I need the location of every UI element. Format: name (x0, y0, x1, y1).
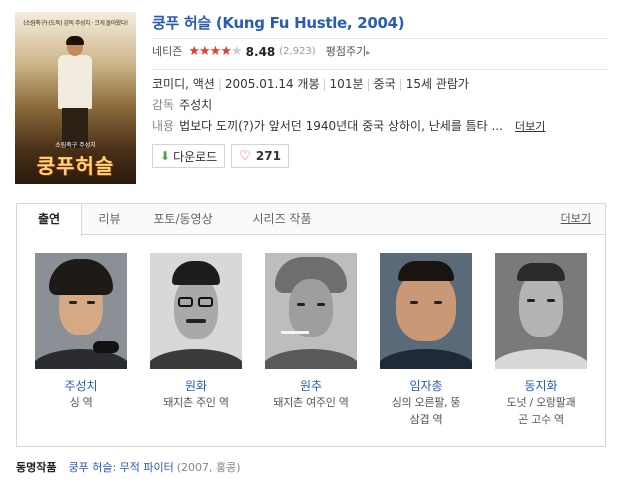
related-label: 동명작품 (16, 461, 57, 474)
related-link[interactable]: 쿵푸 허슬: 무적 파이터 (68, 461, 173, 474)
cast-member[interactable]: 주성치 싱 역 (26, 253, 136, 411)
rating-label: 네티즌 (152, 45, 183, 58)
cast-photo[interactable] (265, 253, 357, 369)
cast-name[interactable]: 원추 (256, 378, 366, 394)
poster-title: 쿵푸허슬 (36, 154, 115, 178)
rating-row: 네티즌 ★★★★★ 8.48 (2,923) 평점주기▸ (152, 39, 607, 65)
director-row: 감독 주성치 (152, 95, 607, 116)
director-label: 감독 (152, 98, 175, 112)
cast-member[interactable]: 원추 돼지촌 여주인 역 (256, 253, 366, 411)
rate-button[interactable]: 평점주기▸ (326, 39, 371, 66)
download-label: 다운로드 (173, 149, 218, 164)
cast-member[interactable]: 동지화 도넛 / 오랑팔괘 곤 고수 역 (486, 253, 596, 428)
cast-role-cont: 곤 고수 역 (518, 413, 564, 426)
cast-name[interactable]: 주성치 (26, 378, 136, 394)
cast-name[interactable]: 임자총 (371, 378, 481, 394)
cast-name[interactable]: 동지화 (486, 378, 596, 394)
genre: 코미디, 액션 (152, 77, 215, 91)
related-meta: (2007, 홍콩) (176, 461, 241, 474)
plot-more-link[interactable]: 더보기 (515, 120, 545, 133)
plot-text: 법보다 도끼(?)가 앞서던 1940년대 중국 상하이, 난세를 틈타 ... (179, 119, 503, 133)
poster-figure (53, 36, 97, 148)
tabs-more-link[interactable]: 더보기 (561, 204, 591, 234)
like-count: 271 (255, 149, 281, 163)
director-name[interactable]: 주성치 (179, 98, 212, 112)
movie-title[interactable]: 쿵푸 허슬 (Kung Fu Hustle, 2004) (152, 12, 607, 34)
cast-member[interactable]: 원화 돼지촌 주인 역 (141, 253, 251, 411)
tab-series[interactable]: 시리즈 작품 (229, 204, 335, 235)
chevron-right-icon: ▸ (366, 47, 371, 57)
plot-row: 내용 법보다 도끼(?)가 앞서던 1940년대 중국 상하이, 난세를 틈타 .… (152, 116, 607, 137)
download-icon: ⬇ (160, 149, 171, 163)
tab-review[interactable]: 리뷰 (82, 204, 137, 235)
related-works: 동명작품 쿵푸 허슬: 무적 파이터 (2007, 홍콩) (16, 459, 241, 475)
meta-summary: 코미디, 액션 | 2005.01.14 개봉 | 101분 | 중국 | 15세 관람가 (152, 77, 469, 91)
cast-role: 돼지촌 여주인 역 (273, 396, 349, 409)
cast-role-cont: 삼겹 역 (409, 413, 443, 426)
plot-label: 내용 (152, 119, 175, 133)
age-rating: 15세 관람가 (405, 77, 469, 91)
runtime: 101분 (329, 77, 364, 91)
cast-role: 도넛 / 오랑팔괘 (506, 396, 576, 409)
cast-role: 싱 역 (69, 396, 93, 409)
cast-name[interactable]: 원화 (141, 378, 251, 394)
rating-count: (2,923) (279, 46, 316, 57)
cast-photo[interactable] (35, 253, 127, 369)
cast-member[interactable]: 임자총 싱의 오른팔, 뚱 삼겹 역 (371, 253, 481, 428)
cast-photo[interactable] (380, 253, 472, 369)
download-button[interactable]: ⬇ 다운로드 (152, 144, 226, 168)
rating-stars: ★★★★★ (188, 39, 243, 65)
poster-credit: 소림축구 주성치 (55, 142, 96, 149)
release-date: 2005.01.14 개봉 (224, 77, 320, 91)
movie-info: 쿵푸 허슬 (Kung Fu Hustle, 2004) 네티즌 ★★★★★ 8… (152, 12, 607, 168)
cast-role: 싱의 오른팔, 뚱 (391, 396, 461, 409)
tab-bar: 출연 리뷰 포토/동영상 시리즈 작품 더보기 (17, 204, 605, 236)
heart-icon: ♡ (239, 148, 251, 164)
stars-filled: ★★★★ (188, 44, 232, 59)
rate-button-label: 평점주기 (325, 44, 367, 58)
poster-tagline: (소림축구)·(도둑) 감독 주성치 · 크게 돌아왔다! (23, 20, 128, 27)
country: 중국 (373, 77, 396, 91)
action-buttons: ⬇ 다운로드 ♡ 271 (152, 144, 607, 168)
stars-empty: ★ (231, 44, 243, 59)
like-button[interactable]: ♡ 271 (231, 144, 289, 168)
rating-score: 8.48 (245, 45, 276, 59)
movie-meta: 코미디, 액션 | 2005.01.14 개봉 | 101분 | 중국 | 15세 관람가 감독… (152, 74, 607, 137)
tab-cast[interactable]: 출연 (17, 204, 82, 236)
cast-role: 돼지촌 주인 역 (163, 396, 229, 409)
tab-photo-video[interactable]: 포토/동영상 (137, 204, 229, 235)
cast-photo[interactable] (150, 253, 242, 369)
cast-panel: 출연 리뷰 포토/동영상 시리즈 작품 더보기 주성치 싱 역 원화 돼지촌 주… (16, 203, 606, 447)
cast-photo[interactable] (495, 253, 587, 369)
divider (152, 69, 607, 70)
movie-poster[interactable]: (소림축구)·(도둑) 감독 주성치 · 크게 돌아왔다! 소림축구 주성치 쿵… (15, 12, 136, 184)
